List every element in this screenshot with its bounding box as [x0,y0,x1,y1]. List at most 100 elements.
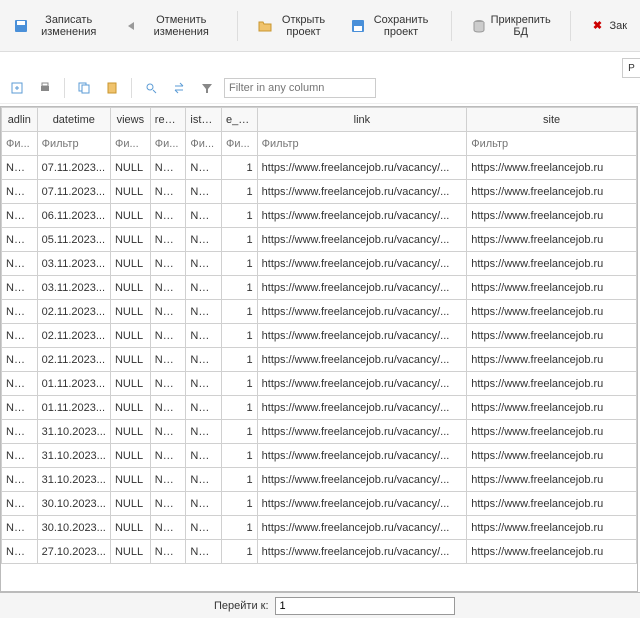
cell-link[interactable]: https://www.freelancejob.ru/vacancy/... [257,252,467,276]
cell-enum[interactable]: 1 [222,324,258,348]
goto-input[interactable] [275,597,455,615]
cell-site[interactable]: https://www.freelancejob.ru [467,276,637,300]
cell-link[interactable]: https://www.freelancejob.ru/vacancy/... [257,492,467,516]
cell-views[interactable]: NULL [110,276,150,300]
col-header-views[interactable]: views [110,108,150,132]
cell-views[interactable]: NULL [110,180,150,204]
cell-datetime[interactable]: 06.11.2023... [37,204,110,228]
cell-datetime[interactable]: 01.11.2023... [37,396,110,420]
cell-views[interactable]: NULL [110,444,150,468]
cell-site[interactable]: https://www.freelancejob.ru [467,396,637,420]
cell-site[interactable]: https://www.freelancejob.ru [467,468,637,492]
cell-site[interactable]: https://www.freelancejob.ru [467,180,637,204]
cell-adlin[interactable]: NULL [2,492,38,516]
cell-adlin[interactable]: NULL [2,276,38,300]
cell-adlin[interactable]: NULL [2,540,38,564]
cell-datetime[interactable]: 07.11.2023... [37,156,110,180]
filter-toggle-button[interactable] [196,77,218,99]
cell-datetime[interactable]: 02.11.2023... [37,300,110,324]
cell-site[interactable]: https://www.freelancejob.ru [467,300,637,324]
cell-adlin[interactable]: NULL [2,420,38,444]
cell-istom[interactable]: NULL [186,324,222,348]
replace-button[interactable] [168,77,190,99]
cell-site[interactable]: https://www.freelancejob.ru [467,372,637,396]
filter-istom[interactable] [190,138,217,150]
cell-site[interactable]: https://www.freelancejob.ru [467,228,637,252]
table-row[interactable]: NULL07.11.2023...NULLNULLNULL1https://ww… [2,156,637,180]
cell-replies[interactable]: NULL [150,420,186,444]
cell-adlin[interactable]: NULL [2,252,38,276]
cell-link[interactable]: https://www.freelancejob.ru/vacancy/... [257,180,467,204]
cell-replies[interactable]: NULL [150,396,186,420]
cell-views[interactable]: NULL [110,468,150,492]
cell-site[interactable]: https://www.freelancejob.ru [467,540,637,564]
cell-views[interactable]: NULL [110,300,150,324]
cell-site[interactable]: https://www.freelancejob.ru [467,492,637,516]
cell-replies[interactable]: NULL [150,492,186,516]
cell-views[interactable]: NULL [110,372,150,396]
cell-adlin[interactable]: NULL [2,348,38,372]
cell-istom[interactable]: NULL [186,372,222,396]
cell-istom[interactable]: NULL [186,180,222,204]
cell-views[interactable]: NULL [110,516,150,540]
cell-enum[interactable]: 1 [222,228,258,252]
cell-views[interactable]: NULL [110,204,150,228]
cell-datetime[interactable]: 07.11.2023... [37,180,110,204]
filter-adlin[interactable] [6,138,33,150]
cell-istom[interactable]: NULL [186,156,222,180]
cell-link[interactable]: https://www.freelancejob.ru/vacancy/... [257,300,467,324]
cell-istom[interactable]: NULL [186,300,222,324]
cell-replies[interactable]: NULL [150,324,186,348]
col-header-istom[interactable]: istomi [186,108,222,132]
save-project-button[interactable]: Сохранить проект [341,9,441,43]
filter-link[interactable] [262,138,463,150]
table-row[interactable]: NULL02.11.2023...NULLNULLNULL1https://ww… [2,348,637,372]
cell-datetime[interactable]: 02.11.2023... [37,324,110,348]
cell-replies[interactable]: NULL [150,252,186,276]
cell-site[interactable]: https://www.freelancejob.ru [467,516,637,540]
cell-site[interactable]: https://www.freelancejob.ru [467,444,637,468]
cell-istom[interactable]: NULL [186,204,222,228]
cell-adlin[interactable]: NULL [2,396,38,420]
grid-scroll[interactable]: adlin datetime views replies istomi e_nu… [1,107,637,591]
table-row[interactable]: NULL07.11.2023...NULLNULLNULL1https://ww… [2,180,637,204]
cell-link[interactable]: https://www.freelancejob.ru/vacancy/... [257,372,467,396]
copy-button[interactable] [73,77,95,99]
cell-replies[interactable]: NULL [150,348,186,372]
cell-replies[interactable]: NULL [150,372,186,396]
cell-site[interactable]: https://www.freelancejob.ru [467,420,637,444]
cell-replies[interactable]: NULL [150,180,186,204]
table-row[interactable]: NULL27.10.2023...NULLNULLNULL1https://ww… [2,540,637,564]
paste-button[interactable] [101,77,123,99]
cell-views[interactable]: NULL [110,252,150,276]
cell-replies[interactable]: NULL [150,156,186,180]
cell-datetime[interactable]: 01.11.2023... [37,372,110,396]
table-row[interactable]: NULL03.11.2023...NULLNULLNULL1https://ww… [2,252,637,276]
cell-link[interactable]: https://www.freelancejob.ru/vacancy/... [257,444,467,468]
cell-enum[interactable]: 1 [222,516,258,540]
filter-site[interactable] [471,138,632,150]
cell-adlin[interactable]: NULL [2,228,38,252]
open-project-button[interactable]: Открыть проект [248,9,339,43]
filter-views[interactable] [115,138,146,150]
save-changes-button[interactable]: Записать изменения [4,9,113,43]
cell-adlin[interactable]: NULL [2,324,38,348]
cell-views[interactable]: NULL [110,420,150,444]
cell-replies[interactable]: NULL [150,276,186,300]
cell-istom[interactable]: NULL [186,492,222,516]
cancel-changes-button[interactable]: Отменить изменения [115,9,227,43]
cell-site[interactable]: https://www.freelancejob.ru [467,204,637,228]
table-row[interactable]: NULL30.10.2023...NULLNULLNULL1https://ww… [2,516,637,540]
find-button[interactable] [140,77,162,99]
cell-views[interactable]: NULL [110,492,150,516]
cell-enum[interactable]: 1 [222,300,258,324]
cell-istom[interactable]: NULL [186,396,222,420]
cell-datetime[interactable]: 30.10.2023... [37,516,110,540]
table-row[interactable]: NULL06.11.2023...NULLNULLNULL1https://ww… [2,204,637,228]
cell-link[interactable]: https://www.freelancejob.ru/vacancy/... [257,516,467,540]
cell-enum[interactable]: 1 [222,276,258,300]
cell-enum[interactable]: 1 [222,348,258,372]
table-row[interactable]: NULL01.11.2023...NULLNULLNULL1https://ww… [2,372,637,396]
cell-datetime[interactable]: 31.10.2023... [37,420,110,444]
cell-link[interactable]: https://www.freelancejob.ru/vacancy/... [257,156,467,180]
